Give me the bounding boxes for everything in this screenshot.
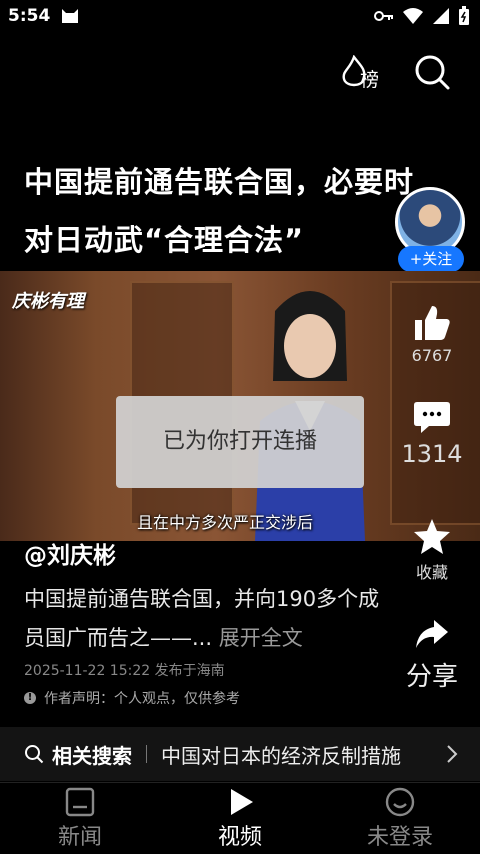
like-count: 6767 [411,346,453,365]
bottom-nav: 新闻 视频 未登录 [0,782,480,854]
related-search-label: 相关搜索 [52,743,132,768]
share-label: 分享 [405,662,458,692]
info-icon: ! [24,692,36,704]
wifi-icon [403,8,423,24]
video-title: 中国提前通告联合国，必要时对日动武“合理合法” [24,165,415,257]
post-description: 中国提前通告联合国，并向190多个成员国广而告之——... 展开全文 [24,580,384,658]
description-text: 中国提前通告联合国，并向190多个成员国广而告之——... [24,587,380,650]
status-time: 5:54 [8,6,51,26]
search-icon [25,745,44,764]
comment-button[interactable]: 1314 [400,400,464,468]
nav-login-label: 未登录 [366,825,433,850]
thumbs-up-icon [415,306,450,340]
autoplay-toast: 已为你打开连播 [116,396,364,488]
nav-video-label: 视频 [217,825,262,850]
nav-video[interactable]: 视频 [180,783,300,851]
like-button[interactable]: 6767 [400,304,464,365]
battery-icon [459,6,469,25]
author-name[interactable]: @刘庆彬 [24,536,116,570]
key-icon [374,11,393,21]
play-icon [231,789,253,815]
chevron-right-icon [447,745,458,763]
related-search-bar[interactable]: 相关搜索 中国对日本的经济反制措施 [0,727,480,781]
nav-news-label: 新闻 [57,825,102,850]
trending-label: 榜 [360,69,380,91]
star-icon [414,519,450,554]
news-icon [65,787,95,817]
share-button[interactable]: 分享 [400,618,464,693]
share-icon [416,620,448,648]
author-disclaimer: ! 作者声明：个人观点，仅供参考 [24,688,240,708]
nav-login[interactable]: 未登录 [340,783,460,851]
favorite-label: 收藏 [415,563,448,582]
signal-icon [433,8,449,24]
user-icon [385,787,415,817]
related-search-query[interactable]: 中国对日本的经济反制措施 [161,740,401,769]
trending-button[interactable]: 榜 [340,54,382,93]
channel-logo: 庆彬有理 [12,291,84,312]
nav-news[interactable]: 新闻 [20,783,140,851]
status-icons [374,6,470,26]
search-icon [415,55,450,90]
publish-meta: 2025-11-22 15:22 发布于海南 [24,663,225,679]
disclaimer-text: 作者声明：个人观点，仅供参考 [44,691,240,707]
video-subtitle: 且在中方多次严正交涉后 [137,513,314,532]
expand-full-text-link[interactable]: 展开全文 [212,626,303,650]
comment-count: 1314 [401,440,463,468]
comment-icon [414,402,450,433]
cat-app-icon [60,6,80,24]
favorite-button[interactable]: 收藏 [400,517,464,583]
divider [146,745,147,763]
search-button[interactable] [413,53,451,91]
follow-button[interactable]: +关注 [398,246,464,272]
